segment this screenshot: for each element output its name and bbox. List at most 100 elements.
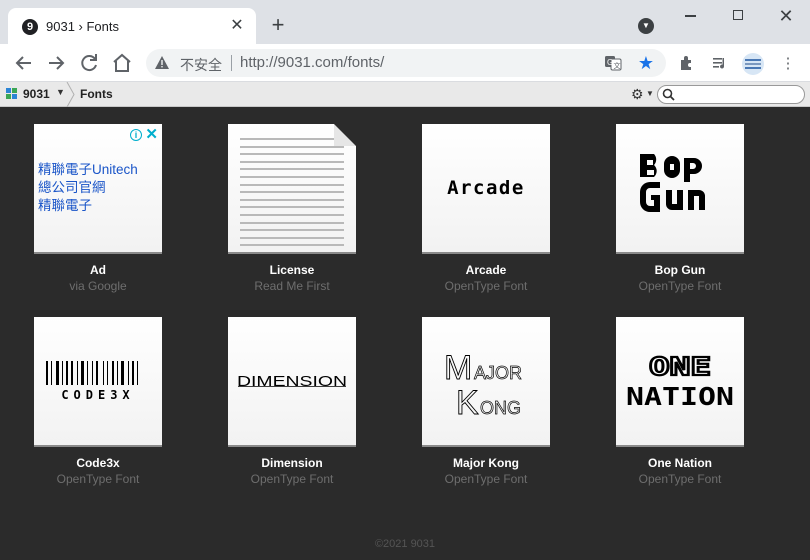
close-tab-button[interactable]: ✕ bbox=[228, 17, 246, 35]
ad-preview[interactable]: i ✕ 精聯電子Unitech 總公司官網 精聯電子 bbox=[34, 124, 162, 252]
barcode-bar bbox=[71, 361, 73, 385]
major-kong-preview: M AJOR K ONG bbox=[444, 349, 523, 423]
tile-subtitle: OpenType Font bbox=[250, 472, 334, 486]
extensions-icon[interactable] bbox=[677, 54, 697, 74]
chevron-down-icon[interactable]: ▼ bbox=[638, 18, 654, 34]
tile-title[interactable]: Major Kong bbox=[402, 456, 570, 470]
tile-title[interactable]: Dimension bbox=[208, 456, 376, 470]
gear-icon[interactable]: ⚙ bbox=[631, 86, 644, 103]
search-icon bbox=[662, 88, 675, 101]
minimize-button[interactable] bbox=[678, 6, 702, 26]
site-navbar: 9031 ▼ Fonts ⚙ ▼ bbox=[0, 82, 810, 107]
preview-line-nation: NATION bbox=[626, 382, 734, 411]
barcode-bar bbox=[121, 361, 124, 385]
font-preview-text: Arcade bbox=[447, 177, 525, 199]
close-icon[interactable]: ✕ bbox=[145, 125, 158, 143]
search-input[interactable] bbox=[657, 85, 805, 104]
one-nation-preview: ONE NATION bbox=[626, 351, 734, 411]
barcode-bar bbox=[51, 361, 52, 385]
barcode-bar bbox=[137, 361, 138, 385]
preview-word-ong: ONG bbox=[480, 398, 521, 418]
chevron-down-icon[interactable]: ▼ bbox=[56, 87, 65, 97]
barcode-bar bbox=[87, 361, 88, 385]
forward-button[interactable] bbox=[44, 51, 68, 75]
address-bar[interactable]: 不安全 http://9031.com/fonts/ G文 ★ bbox=[146, 49, 666, 77]
tile-title[interactable]: Code3x bbox=[14, 456, 182, 470]
barcode-bar bbox=[103, 361, 104, 385]
barcode-bar bbox=[46, 361, 48, 385]
font-preview[interactable]: Arcade bbox=[422, 124, 550, 252]
ad-line[interactable]: 精聯電子Unitech bbox=[38, 161, 138, 179]
profile-avatar[interactable] bbox=[741, 52, 765, 76]
font-preview[interactable] bbox=[616, 124, 744, 252]
tile-title[interactable]: One Nation bbox=[596, 456, 764, 470]
svg-text:G: G bbox=[607, 58, 613, 67]
media-playlist-icon[interactable] bbox=[710, 54, 730, 74]
font-preview[interactable]: ONE NATION bbox=[616, 317, 744, 445]
site-logo-icon[interactable] bbox=[6, 88, 18, 100]
reload-button[interactable] bbox=[77, 51, 101, 75]
tile-title[interactable]: Ad bbox=[14, 263, 182, 277]
tile-title[interactable]: License bbox=[208, 263, 376, 277]
translate-icon[interactable]: G文 bbox=[604, 54, 622, 72]
ad-line[interactable]: 精聯電子 bbox=[38, 197, 138, 215]
browser-toolbar: 不安全 http://9031.com/fonts/ G文 ★ ⋮ bbox=[0, 44, 810, 82]
page-fold-icon bbox=[334, 124, 356, 146]
bop-gun-preview bbox=[640, 154, 705, 212]
barcode-bar bbox=[107, 361, 108, 385]
bookmark-star-icon[interactable]: ★ bbox=[637, 54, 655, 72]
site-menu-button[interactable]: 9031 bbox=[23, 87, 50, 101]
barcode-bar bbox=[81, 361, 84, 385]
tab-strip: 9 9031 › Fonts ✕ + ▼ ✕ bbox=[0, 0, 810, 44]
font-preview[interactable]: CODE3X bbox=[34, 317, 162, 445]
site-favicon-icon: 9 bbox=[22, 19, 38, 35]
font-preview[interactable]: M AJOR K ONG bbox=[422, 317, 550, 445]
home-button[interactable] bbox=[110, 51, 134, 75]
breadcrumb-separator-icon bbox=[66, 82, 75, 107]
license-preview[interactable] bbox=[228, 124, 356, 252]
tile-subtitle: Read Me First bbox=[254, 279, 330, 293]
tile-title[interactable]: Bop Gun bbox=[596, 263, 764, 277]
barcode-bar bbox=[92, 361, 93, 385]
ad-info-icon[interactable]: i bbox=[130, 129, 142, 141]
preview-word-ajor: AJOR bbox=[474, 363, 522, 383]
chevron-down-icon[interactable]: ▼ bbox=[646, 89, 654, 98]
maximize-button[interactable] bbox=[726, 6, 750, 26]
tile-subtitle: OpenType Font bbox=[444, 472, 528, 486]
close-window-button[interactable]: ✕ bbox=[774, 6, 798, 26]
barcode-preview: CODE3X bbox=[46, 361, 138, 402]
more-menu-icon[interactable]: ⋮ bbox=[778, 54, 798, 74]
license-text-lines bbox=[240, 138, 344, 252]
url-divider bbox=[231, 55, 232, 71]
tile-subtitle: via Google bbox=[69, 279, 127, 293]
barcode-bar bbox=[62, 361, 63, 385]
warning-icon[interactable] bbox=[154, 55, 170, 71]
ad-line[interactable]: 總公司官網 bbox=[38, 179, 138, 197]
barcode-bar bbox=[56, 361, 59, 385]
barcode-bar bbox=[66, 361, 68, 385]
tab-title: 9031 › Fonts bbox=[46, 19, 119, 34]
barcode-bar bbox=[112, 361, 114, 385]
barcode-bar bbox=[96, 361, 98, 385]
preview-initial-k: K bbox=[456, 384, 479, 422]
back-button[interactable] bbox=[12, 51, 36, 75]
tile-subtitle: OpenType Font bbox=[56, 472, 140, 486]
browser-tab[interactable]: 9 9031 › Fonts ✕ bbox=[8, 8, 256, 44]
security-label[interactable]: 不安全 bbox=[180, 55, 222, 75]
url-text[interactable]: http://9031.com/fonts/ bbox=[240, 54, 384, 71]
ad-text[interactable]: 精聯電子Unitech 總公司官網 精聯電子 bbox=[38, 161, 138, 215]
barcode-bar bbox=[128, 361, 129, 385]
tile-subtitle: OpenType Font bbox=[638, 279, 722, 293]
font-preview-text: CODE3X bbox=[61, 388, 134, 402]
barcode-bar bbox=[77, 361, 78, 385]
preview-line-one: ONE bbox=[649, 352, 711, 381]
tile-subtitle: OpenType Font bbox=[638, 472, 722, 486]
font-preview[interactable]: DIMENSION bbox=[228, 317, 356, 445]
breadcrumb[interactable]: Fonts bbox=[80, 87, 113, 101]
new-tab-button[interactable]: + bbox=[266, 14, 290, 38]
tile-subtitle: OpenType Font bbox=[444, 279, 528, 293]
svg-text:文: 文 bbox=[614, 61, 621, 70]
barcode-bar bbox=[132, 361, 134, 385]
barcode-bar bbox=[117, 361, 118, 385]
tile-title[interactable]: Arcade bbox=[402, 263, 570, 277]
